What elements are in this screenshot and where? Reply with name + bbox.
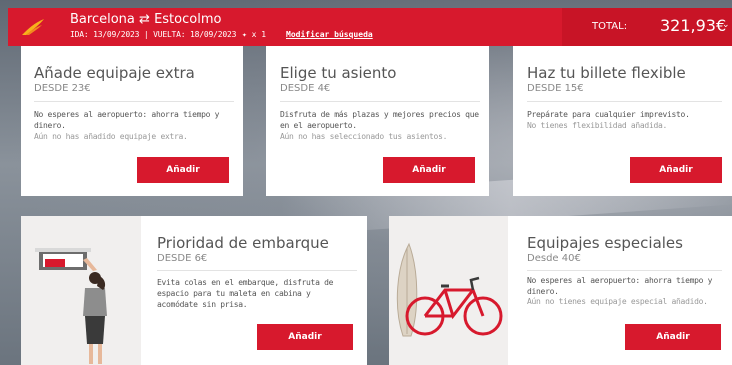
route-title: Barcelona ⇄ Estocolmo bbox=[70, 12, 221, 27]
travel-dates: IDA: 13/09/2023 | VUELTA: 18/09/2023 bbox=[70, 30, 237, 39]
chevron-down-icon: ⌄ bbox=[722, 20, 730, 30]
destination-city: Estocolmo bbox=[154, 12, 222, 27]
divider bbox=[527, 101, 722, 102]
special-baggage-card: Equipajes especiales Desde 40€ No espere… bbox=[389, 216, 732, 365]
illustration-panel bbox=[389, 216, 508, 365]
swap-arrows-icon: ⇄ bbox=[139, 12, 150, 27]
divider bbox=[157, 270, 357, 271]
add-flexibility-button[interactable]: Añadir bbox=[630, 157, 722, 183]
origin-city: Barcelona bbox=[70, 12, 135, 27]
total-value: 321,93€ bbox=[660, 16, 727, 35]
card-title: Añade equipaje extra bbox=[34, 64, 195, 82]
card-price-from: DESDE 6€ bbox=[157, 253, 208, 264]
card-status-note: Aún no has seleccionado tus asientos. bbox=[280, 132, 448, 141]
card-price-from: DESDE 15€ bbox=[527, 83, 584, 94]
card-price-from: Desde 40€ bbox=[527, 253, 581, 264]
overhead-bin-person-illustration bbox=[35, 248, 107, 364]
surfboard-bicycle-illustration bbox=[396, 242, 503, 337]
total-label: TOTAL: bbox=[592, 21, 628, 32]
card-title: Elige tu asiento bbox=[280, 64, 397, 82]
add-priority-boarding-button[interactable]: Añadir bbox=[257, 324, 353, 350]
seat-selection-card: Elige tu asiento DESDE 4€ Disfruta de má… bbox=[266, 46, 489, 196]
divider bbox=[34, 101, 234, 102]
person-icon: ✦ bbox=[242, 30, 247, 39]
passenger-count: ✦ x 1 bbox=[242, 30, 266, 39]
add-special-baggage-button[interactable]: Añadir bbox=[625, 324, 721, 350]
modify-search-link[interactable]: Modificar búsqueda bbox=[286, 30, 373, 39]
card-status-note: Aún no tienes equipaje especial añadido. bbox=[527, 297, 708, 306]
divider bbox=[527, 270, 722, 271]
illustration-panel bbox=[21, 216, 141, 365]
card-title: Prioridad de embarque bbox=[157, 234, 329, 252]
card-price-from: DESDE 4€ bbox=[280, 83, 331, 94]
flexible-ticket-card: Haz tu billete flexible DESDE 15€ Prepár… bbox=[513, 46, 732, 196]
card-status-note: Aún no has añadido equipaje extra. bbox=[34, 132, 188, 141]
passenger-count-value: x 1 bbox=[251, 30, 267, 39]
card-status-note: No tienes flexibilidad añadida. bbox=[527, 121, 668, 130]
card-description: No esperes al aeropuerto: ahorra tiempo … bbox=[527, 276, 713, 296]
card-description: Evita colas en el embarque, disfruta de … bbox=[157, 278, 334, 309]
card-title: Haz tu billete flexible bbox=[527, 64, 686, 82]
card-description: Prepárate para cualquier imprevisto. bbox=[527, 110, 690, 119]
card-title: Equipajes especiales bbox=[527, 234, 683, 252]
add-extra-baggage-button[interactable]: Añadir bbox=[137, 157, 229, 183]
card-description: Disfruta de más plazas y mejores precios… bbox=[280, 110, 479, 130]
booking-summary-bar: Barcelona ⇄ Estocolmo IDA: 13/09/2023 | … bbox=[8, 8, 732, 46]
total-price-dropdown[interactable]: TOTAL: 321,93€ ⌄ bbox=[562, 8, 732, 46]
divider bbox=[280, 101, 480, 102]
card-price-from: DESDE 23€ bbox=[34, 83, 91, 94]
extra-baggage-card: Añade equipaje extra DESDE 23€ No espere… bbox=[21, 46, 243, 196]
airline-logo-icon bbox=[22, 19, 44, 35]
priority-boarding-card: Prioridad de embarque DESDE 6€ Evita col… bbox=[21, 216, 367, 365]
card-description: No esperes al aeropuerto: ahorra tiempo … bbox=[34, 110, 220, 130]
add-seat-button[interactable]: Añadir bbox=[383, 157, 475, 183]
